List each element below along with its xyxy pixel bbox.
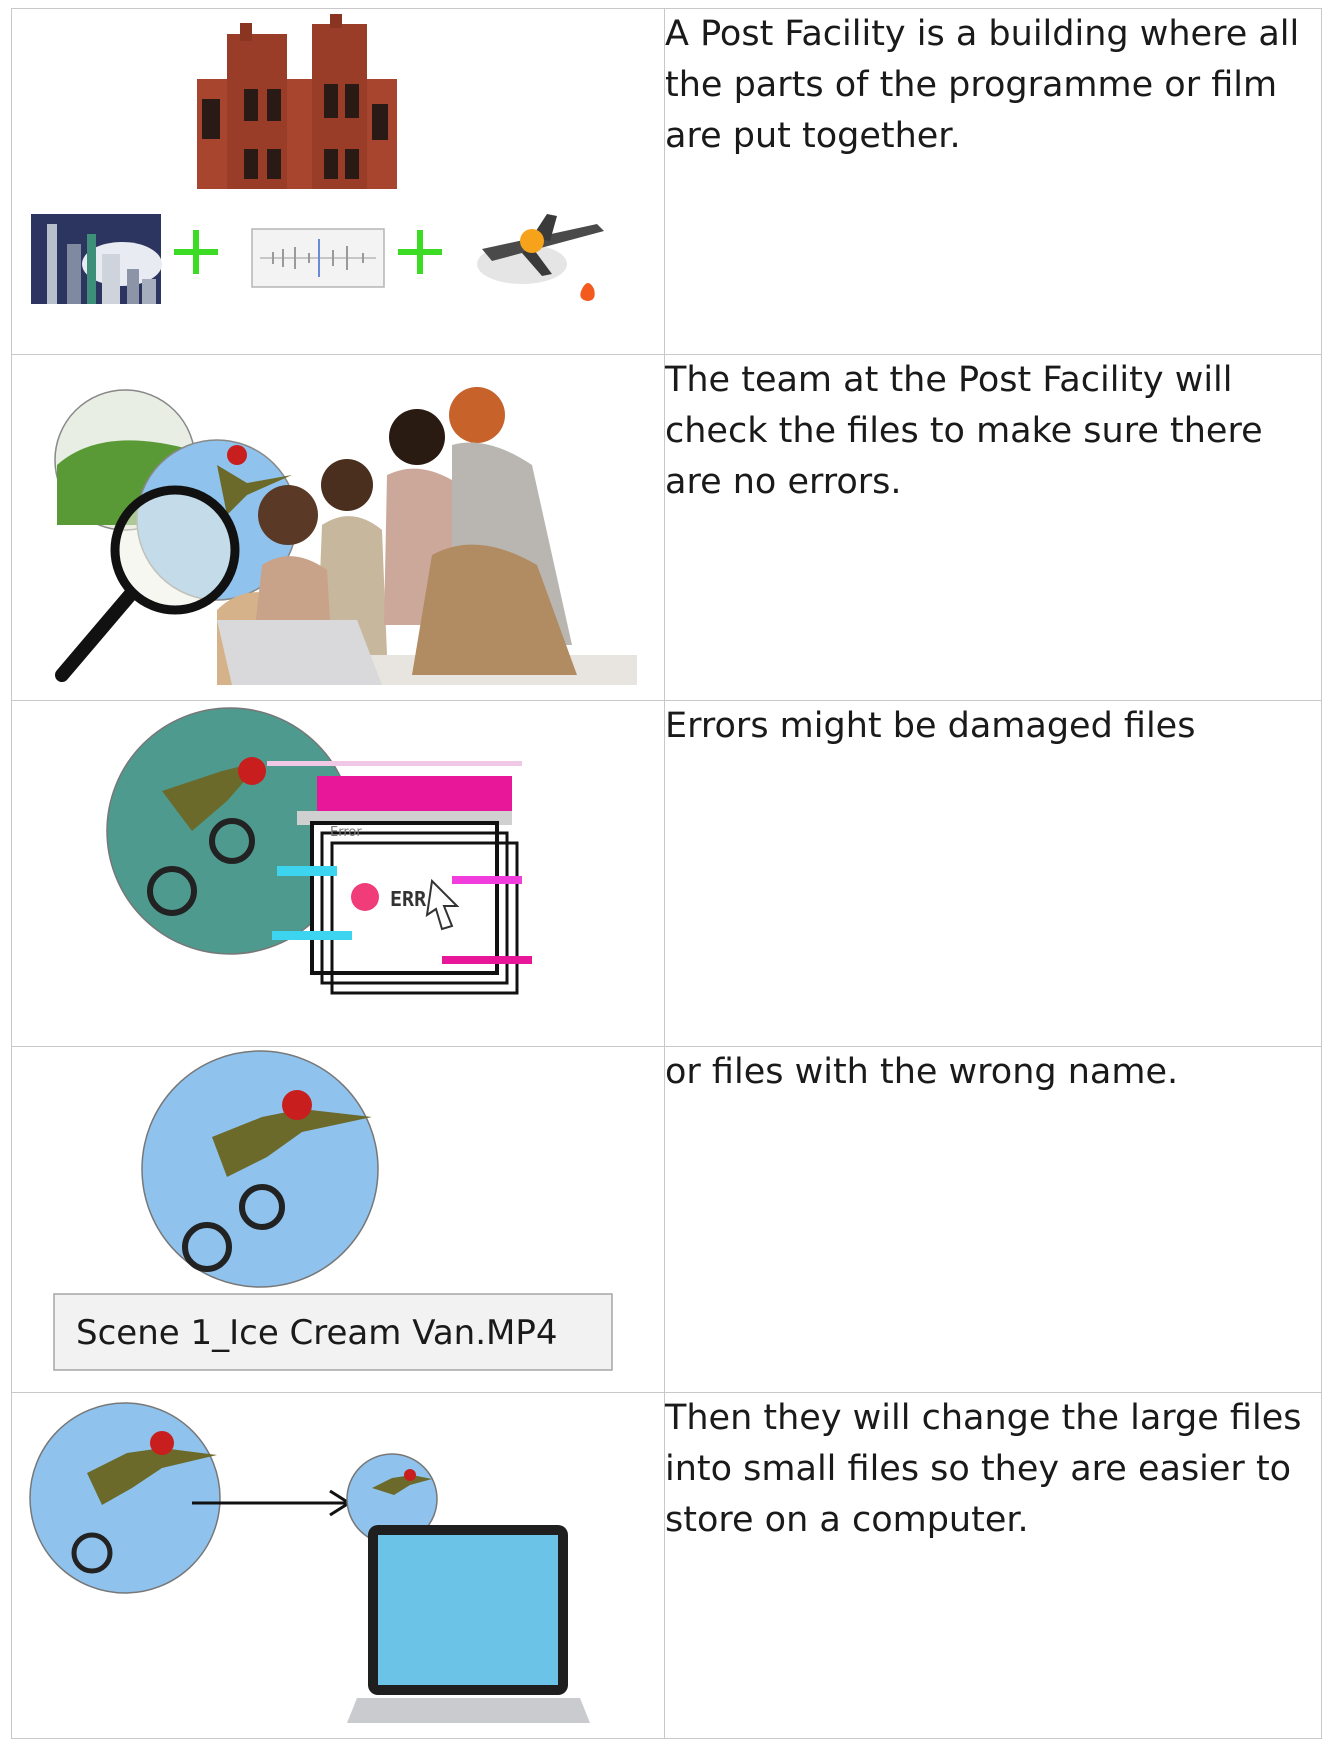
plus-icon xyxy=(174,230,218,274)
table-row: Error ERR Errors might be damaged files xyxy=(11,700,1322,1047)
table-row: Scene 1_Ice Cream Van.MP4 or files with … xyxy=(11,1046,1322,1393)
error-dialog-code: ERR xyxy=(390,887,427,911)
audio-waveform-image xyxy=(251,228,385,288)
post-facility-table: A Post Facility is a building where all … xyxy=(11,8,1322,1739)
table-row: A Post Facility is a building where all … xyxy=(11,8,1322,355)
wrong-name-illustration: Scene 1_Ice Cream Van.MP4 xyxy=(53,1050,613,1371)
table-row: The team at the Post Facility will check… xyxy=(11,354,1322,701)
caption-cell: Errors might be damaged files xyxy=(664,700,1322,1047)
caption-text: The team at the Post Facility will check… xyxy=(665,360,1263,502)
wrong-name-picture-cell: Scene 1_Ice Cream Van.MP4 xyxy=(11,1046,665,1393)
document: A Post Facility is a building where all … xyxy=(11,8,1322,1739)
damaged-file-illustration: Error ERR xyxy=(106,707,532,995)
caption-cell: The team at the Post Facility will check… xyxy=(664,354,1322,701)
post-facility-illustration xyxy=(31,14,604,304)
damaged-file-picture-cell: Error ERR xyxy=(11,700,665,1047)
caption-cell: A Post Facility is a building where all … xyxy=(664,8,1322,355)
compress-picture-cell xyxy=(11,1392,665,1739)
caption-text: A Post Facility is a building where all … xyxy=(665,14,1300,156)
caption-text: or files with the wrong name. xyxy=(665,1052,1179,1092)
caption-cell: or files with the wrong name. xyxy=(664,1046,1322,1393)
caption-text: Errors might be damaged files xyxy=(665,706,1196,746)
laptop-icon xyxy=(347,1525,590,1723)
burning-plane-image xyxy=(477,214,604,301)
brick-building-image xyxy=(197,14,397,189)
plus-icon xyxy=(398,230,442,274)
table-row: Then they will change the large files in… xyxy=(11,1392,1322,1739)
caption-text: Then they will change the large files in… xyxy=(665,1398,1302,1540)
team-checking-illustration xyxy=(54,387,637,685)
team-photo-image xyxy=(217,387,637,685)
city-skyline-image xyxy=(31,214,162,304)
team-picture-cell xyxy=(11,354,665,701)
file-name-label: Scene 1_Ice Cream Van.MP4 xyxy=(53,1293,613,1371)
error-dialog-title: Error xyxy=(330,825,362,840)
caption-cell: Then they will change the large files in… xyxy=(664,1392,1322,1739)
building-picture-cell xyxy=(11,8,665,355)
large-file-circle-image xyxy=(29,1402,221,1594)
compress-files-illustration xyxy=(29,1402,590,1723)
file-name-text: Scene 1_Ice Cream Van.MP4 xyxy=(76,1313,557,1353)
motocross-circle-image xyxy=(141,1050,379,1288)
